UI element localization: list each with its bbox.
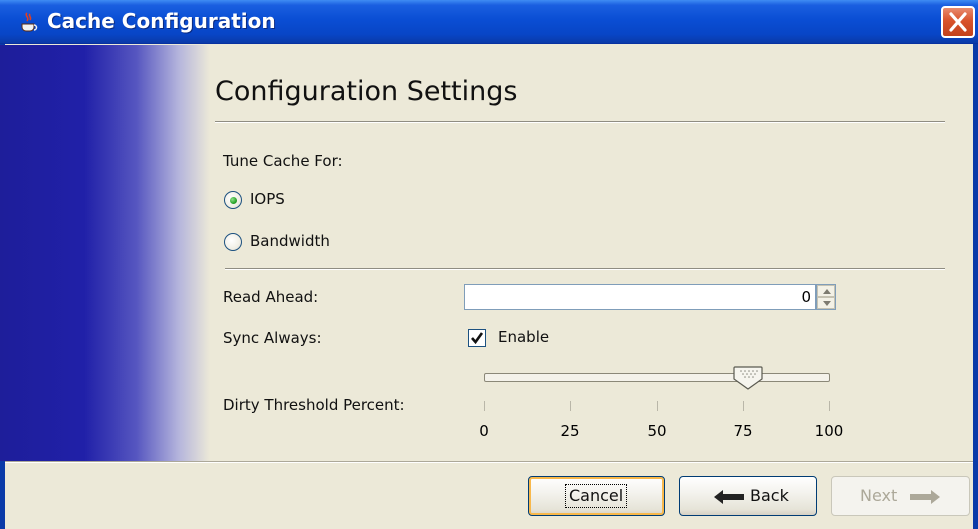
slider-thumb[interactable]	[733, 366, 763, 390]
sync-always-label: Sync Always:	[223, 329, 322, 347]
dirty-threshold-slider-track[interactable]	[484, 373, 830, 382]
iops-radio-label[interactable]: IOPS	[250, 190, 285, 208]
slider-tick-label: 100	[814, 422, 844, 440]
next-button-label: Next	[860, 486, 898, 505]
heading-divider	[215, 121, 945, 123]
spinner-up-button[interactable]	[817, 285, 835, 297]
sync-always-checkbox[interactable]	[468, 329, 486, 347]
bandwidth-radio[interactable]	[224, 233, 242, 251]
slider-tick-label: 75	[733, 422, 753, 440]
read-ahead-spinner	[816, 284, 836, 310]
bandwidth-radio-label[interactable]: Bandwidth	[250, 232, 330, 250]
slider-tick	[570, 401, 571, 411]
spinner-up-icon	[823, 289, 831, 294]
arrow-right-icon	[910, 490, 940, 504]
close-icon	[949, 12, 967, 32]
slider-tick-label: 25	[560, 422, 580, 440]
cache-configuration-window: Cache Configuration Configuration Settin…	[0, 0, 978, 529]
sync-always-enable-label[interactable]: Enable	[498, 328, 549, 346]
title-bar[interactable]: Cache Configuration	[0, 0, 978, 44]
close-button[interactable]	[941, 6, 975, 38]
spinner-down-button[interactable]	[817, 297, 835, 309]
slider-tick-label: 0	[479, 422, 489, 440]
back-button-label: Back	[750, 486, 789, 505]
focus-indicator	[565, 484, 627, 508]
button-bar-divider	[5, 461, 973, 463]
tune-cache-label: Tune Cache For:	[223, 152, 343, 170]
slider-tick	[829, 401, 830, 411]
next-button[interactable]: Next	[831, 476, 970, 516]
window-border-right	[973, 44, 978, 529]
iops-radio[interactable]	[224, 191, 242, 209]
dirty-threshold-label: Dirty Threshold Percent:	[223, 396, 405, 414]
read-ahead-label: Read Ahead:	[223, 288, 319, 306]
wizard-side-banner	[0, 45, 210, 461]
slider-tick	[657, 401, 658, 411]
window-title: Cache Configuration	[47, 9, 276, 33]
read-ahead-input[interactable]: 0	[464, 284, 816, 310]
section-divider	[225, 268, 945, 270]
checkmark-icon	[471, 332, 484, 345]
java-coffee-icon	[21, 12, 38, 32]
slider-tick-label: 50	[647, 422, 667, 440]
radio-selected-dot	[230, 197, 237, 204]
back-button[interactable]: Back	[679, 476, 817, 516]
spinner-down-icon	[823, 301, 831, 306]
slider-tick	[743, 401, 744, 411]
slider-tick	[484, 401, 485, 411]
arrow-left-icon	[714, 490, 744, 504]
page-title: Configuration Settings	[215, 76, 518, 107]
read-ahead-value: 0	[801, 288, 811, 306]
